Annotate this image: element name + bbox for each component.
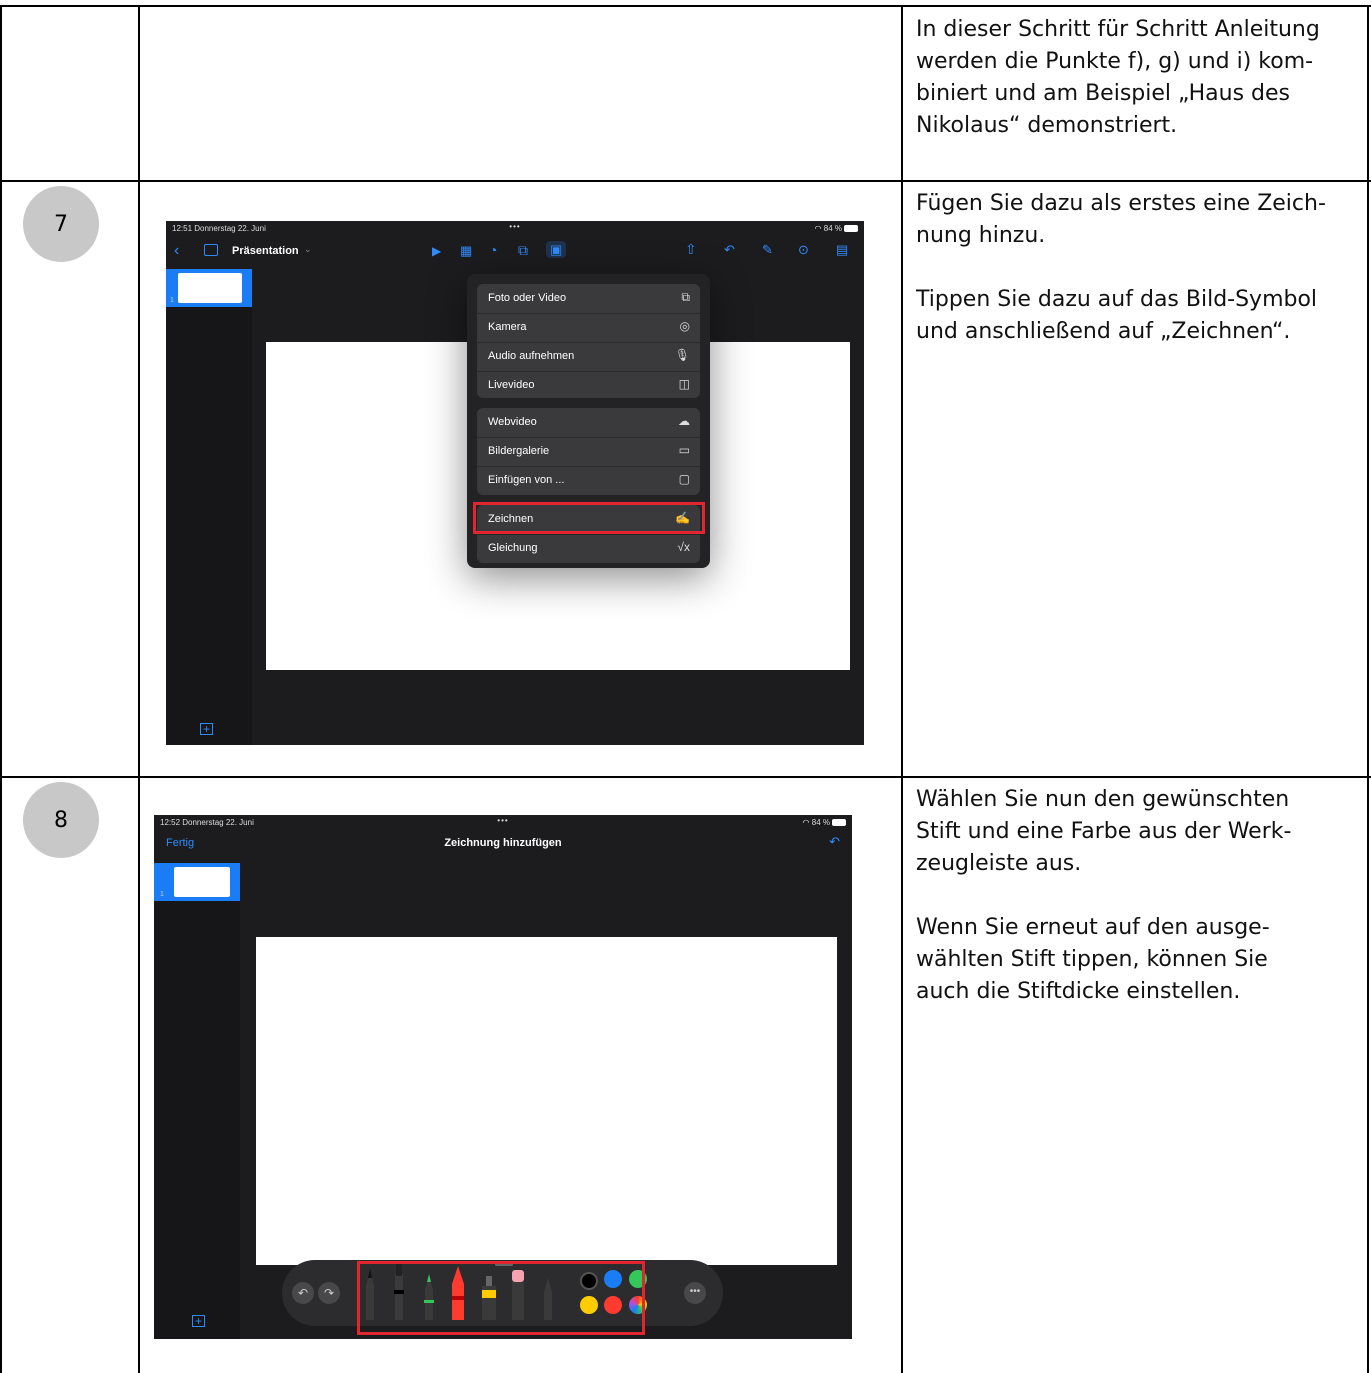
battery-indicator: ◠ 84 % — [803, 818, 846, 827]
battery-level: 84 % — [811, 818, 830, 827]
undo-icon[interactable]: ↶ — [292, 1282, 314, 1304]
step-8-instructions: Wählen Sie nun den gewünschten Stift und… — [916, 787, 1292, 1004]
menu-item-camera[interactable]: Kamera ◎ — [477, 313, 700, 343]
menu-item-equation[interactable]: Gleichung √x — [477, 534, 700, 563]
slide-navigator: 1 + — [154, 863, 240, 1339]
multitask-dots[interactable]: ••• — [497, 816, 508, 825]
slide-thumbnail[interactable] — [174, 867, 230, 897]
more-options-icon[interactable]: ••• — [684, 1282, 706, 1304]
document-title[interactable]: Präsentation — [232, 245, 299, 257]
column-divider — [901, 5, 903, 1373]
slide-navigator: 1 + — [166, 269, 252, 745]
row-divider — [0, 776, 1371, 778]
slide-number: 1 — [170, 297, 174, 304]
battery-indicator: ◠ 84 % — [815, 224, 858, 233]
play-icon[interactable]: ▶ — [432, 245, 441, 257]
more-icon[interactable]: ⊙ — [798, 243, 809, 256]
battery-level: 84 % — [823, 224, 842, 233]
menu-item-insert-from[interactable]: Einfügen von ... ▢ — [477, 466, 700, 495]
menu-group-insert: Webvideo ☁ Bildergalerie ▭ Einfügen von ..… — [477, 408, 700, 495]
row-divider — [0, 180, 1371, 182]
status-bar: 12:52 Donnerstag 22. Juni ••• ◠ 84 % — [154, 815, 852, 829]
shape-icon[interactable]: ⧉ — [518, 243, 528, 257]
drawing-canvas[interactable] — [256, 937, 837, 1265]
top-toolbar: ‹ Präsentation ⌄ ▶ ▦ ◔ ⧉ ▣ ⇧ ↶ ✎ ⊙ ▤ — [166, 237, 864, 271]
back-chevron-icon[interactable]: ‹ — [174, 243, 179, 259]
menu-group-media: Foto oder Video ⧉ Kamera ◎ Audio aufnehmen… — [477, 284, 700, 398]
step-number-badge: 7 — [23, 186, 99, 262]
undo-circle-icon[interactable]: ↶ — [724, 243, 735, 256]
image-gallery-icon: ▭ — [678, 443, 690, 457]
table-icon[interactable]: ▦ — [460, 244, 472, 257]
menu-item-label: Bildergalerie — [488, 445, 550, 457]
slide-thumbnail[interactable] — [178, 273, 242, 303]
title-chevron-icon[interactable]: ⌄ — [304, 244, 312, 255]
menu-item-label: Gleichung — [488, 542, 538, 554]
table-border-top — [0, 5, 1371, 7]
folder-icon: ▢ — [678, 472, 690, 486]
sidebar-toggle-icon[interactable] — [204, 244, 218, 256]
drawing-title: Zeichnung hinzufügen — [444, 837, 562, 849]
menu-item-label: Foto oder Video — [488, 292, 567, 304]
battery-icon — [844, 225, 858, 233]
instruction-table: In dieser Schritt für Schritt Anleitung … — [0, 0, 1371, 1373]
step-number-badge: 8 — [23, 782, 99, 858]
menu-item-label: Kamera — [488, 321, 527, 333]
status-time: 12:52 Donnerstag 22. Juni — [160, 818, 254, 827]
intro-text: In dieser Schritt für Schritt Anleitung … — [916, 17, 1320, 138]
equation-icon: √x — [677, 540, 690, 554]
share-icon[interactable]: ⇧ — [685, 242, 697, 256]
wifi-icon: ◠ — [814, 224, 822, 233]
live-video-icon: ◫ — [678, 377, 690, 391]
menu-item-label: Audio aufnehmen — [488, 350, 575, 362]
add-slide-icon[interactable]: + — [192, 1315, 205, 1327]
add-slide-icon[interactable]: + — [200, 723, 213, 735]
status-time: 12:51 Donnerstag 22. Juni — [172, 224, 266, 233]
slide-number: 1 — [160, 891, 164, 898]
menu-item-label: Livevideo — [488, 379, 535, 391]
wifi-icon: ◠ — [802, 818, 810, 827]
column-divider — [138, 5, 140, 1373]
highlight-draw-item — [473, 502, 705, 534]
document-icon[interactable]: ▤ — [836, 243, 848, 256]
menu-item-label: Webvideo — [488, 416, 537, 428]
highlight-pen-tools — [357, 1261, 645, 1335]
menu-item-web-video[interactable]: Webvideo ☁ — [477, 408, 700, 438]
redo-icon[interactable]: ↷ — [318, 1282, 340, 1304]
photo-video-icon: ⧉ — [681, 290, 690, 304]
screenshot-drawing-tools: 12:52 Donnerstag 22. Juni ••• ◠ 84 % Fer… — [154, 815, 852, 1339]
media-icon[interactable]: ▣ — [546, 241, 567, 258]
camera-icon: ◎ — [679, 319, 690, 333]
multitask-dots[interactable]: ••• — [509, 222, 520, 231]
menu-item-image-gallery[interactable]: Bildergalerie ▭ — [477, 437, 700, 467]
table-border-left — [0, 5, 2, 1373]
step-7-instructions: Fügen Sie dazu als erstes eine Zeich- nu… — [916, 191, 1326, 344]
format-brush-icon[interactable]: ✎ — [762, 243, 773, 256]
microphone-icon: 🎙 — [674, 348, 690, 362]
menu-item-audio[interactable]: Audio aufnehmen 🎙 — [477, 342, 700, 372]
chart-icon[interactable]: ◔ — [489, 243, 497, 257]
drawing-top-bar: Fertig Zeichnung hinzufügen ↶ — [154, 829, 852, 863]
status-bar: 12:51 Donnerstag 22. Juni ••• ◠ 84 % — [166, 221, 864, 235]
battery-icon — [832, 819, 846, 827]
menu-item-label: Einfügen von ... — [488, 474, 565, 486]
table-border-right — [1367, 5, 1369, 1373]
menu-item-live-video[interactable]: Livevideo ◫ — [477, 371, 700, 400]
screenshot-insert-menu: 12:51 Donnerstag 22. Juni ••• ◠ 84 % ‹ P… — [166, 221, 864, 745]
undo-circle-icon[interactable]: ↶ — [829, 835, 840, 848]
menu-item-photo-video[interactable]: Foto oder Video ⧉ — [477, 284, 700, 314]
web-video-icon: ☁ — [678, 414, 690, 428]
